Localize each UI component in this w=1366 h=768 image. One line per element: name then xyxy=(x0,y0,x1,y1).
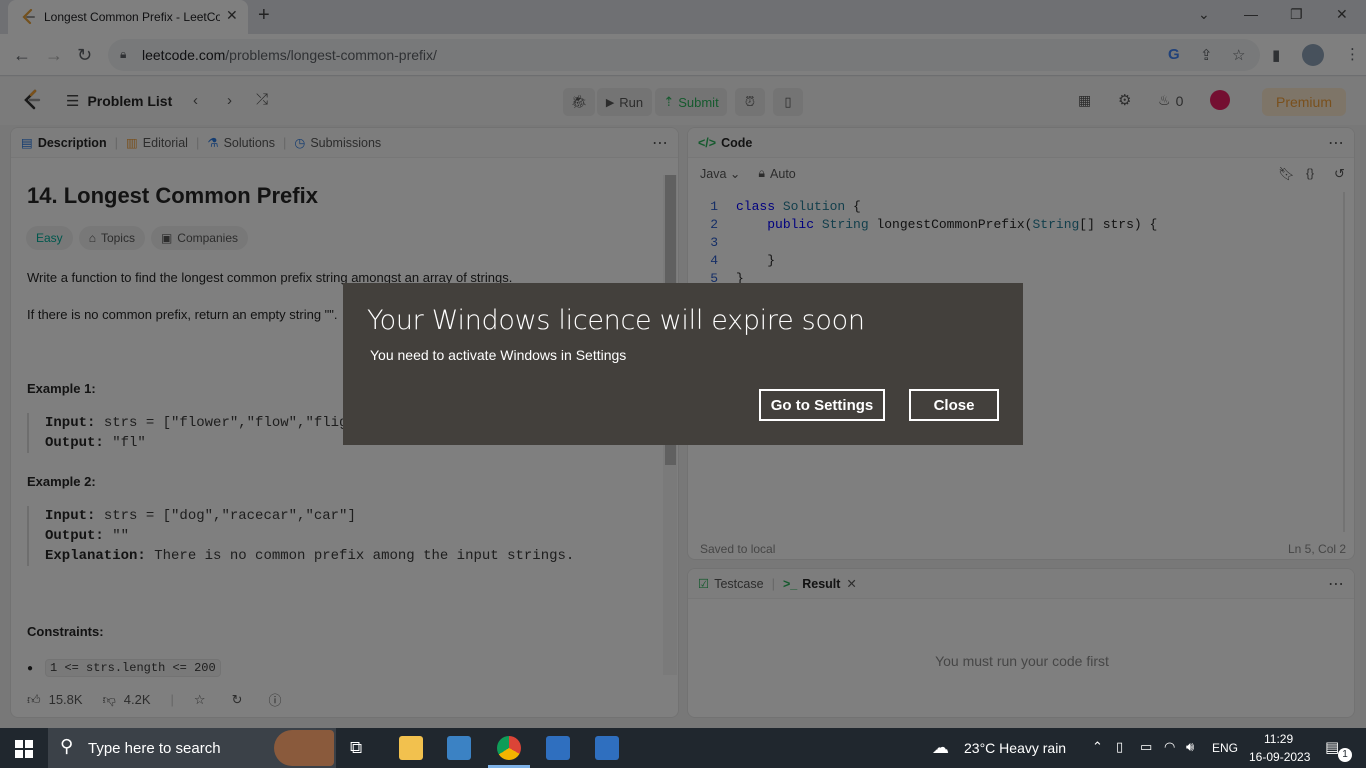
store-icon[interactable] xyxy=(447,736,471,760)
volume-icon[interactable]: 🔊︎ xyxy=(1186,739,1194,755)
file-explorer-icon[interactable] xyxy=(399,736,423,760)
screen: Longest Common Prefix - LeetCode ✕ + ⌄ —… xyxy=(0,0,1366,768)
clock-time[interactable]: 11:29 xyxy=(1264,732,1293,746)
notification-count: 1 xyxy=(1338,748,1352,762)
chevron-up-icon[interactable]: ⌃ xyxy=(1092,739,1103,755)
app-window-icon[interactable] xyxy=(595,736,619,760)
taskbar-search[interactable]: ⚲ Type here to search xyxy=(48,728,336,768)
dialog-title: Your Windows licence will expire soon xyxy=(367,305,865,336)
task-view-icon[interactable]: ⧉ xyxy=(350,738,362,758)
search-icon: ⚲ xyxy=(60,736,74,756)
weather-text[interactable]: 23°C Heavy rain xyxy=(964,740,1066,756)
wifi-icon[interactable]: ◠ xyxy=(1164,739,1175,755)
close-button[interactable]: Close xyxy=(909,389,999,421)
input-language[interactable]: ENG xyxy=(1212,741,1238,755)
app-window-icon[interactable] xyxy=(546,736,570,760)
weather-cloud-icon[interactable]: ☁ xyxy=(932,738,949,758)
meet-icon[interactable]: ▯ xyxy=(1116,739,1123,755)
windows-start-icon[interactable] xyxy=(15,740,33,758)
chrome-taskbar-icon[interactable] xyxy=(497,736,521,760)
clock-date[interactable]: 16-09-2023 xyxy=(1249,750,1310,764)
windows-taskbar: ⚲ Type here to search ⧉ ☁ 23°C Heavy rai… xyxy=(0,728,1366,768)
dialog-message: You need to activate Windows in Settings xyxy=(370,347,627,363)
windows-activation-dialog: Your Windows licence will expire soon Yo… xyxy=(343,283,1023,445)
go-to-settings-button[interactable]: Go to Settings xyxy=(759,389,885,421)
battery-icon[interactable]: ▭ xyxy=(1140,739,1152,755)
red-panda-illustration xyxy=(274,730,334,766)
search-placeholder: Type here to search xyxy=(88,740,221,757)
